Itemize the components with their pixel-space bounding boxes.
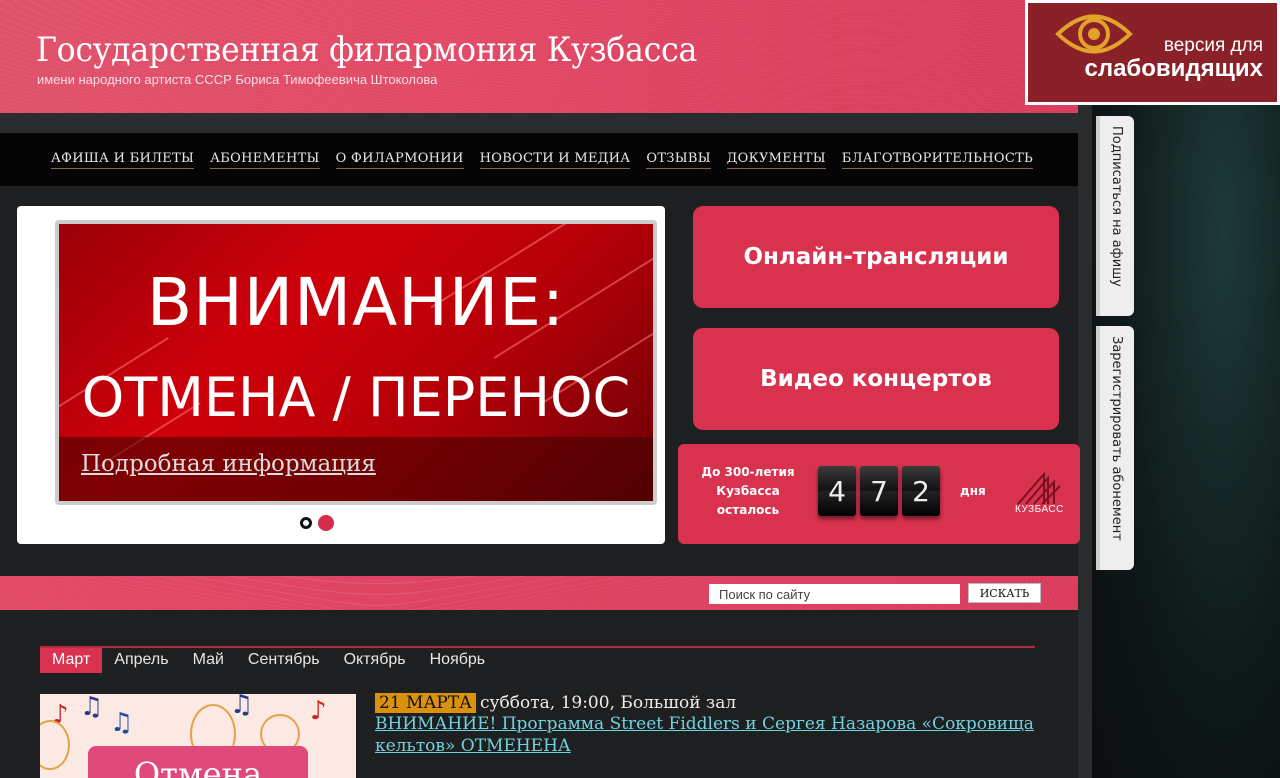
slide-frame: ВНИМАНИЕ: ОТМЕНА / ПЕРЕНОС Подробная инф… [55,220,657,505]
nav-item-reviews[interactable]: ОТЗЫВЫ [646,151,711,169]
music-note-icon: ♫ [80,694,104,722]
countdown-label: До 300-летия Кузбасса осталось [688,463,808,520]
countdown-label-line2: Кузбасса [716,484,780,498]
concert-videos-button[interactable]: Видео концертов [693,328,1059,430]
accessibility-inner: версия для слабовидящих [1028,3,1277,102]
countdown-digit-3: 2 [902,466,940,516]
accessibility-label-line2: слабовидящих [1084,55,1263,82]
slider-dot-2-active[interactable] [318,515,334,531]
subscribe-afisha-label: Подписаться на афишу [1109,126,1124,287]
search-input[interactable] [709,584,960,604]
tab-month-october[interactable]: Октябрь [332,648,418,673]
slide-headline: ВНИМАНИЕ: [146,264,566,341]
subscribe-afisha-tab[interactable]: Подписаться на афишу [1096,116,1134,316]
tab-month-september[interactable]: Сентябрь [236,648,332,673]
slider-dot-1[interactable] [300,517,312,529]
tab-month-may[interactable]: Май [181,648,236,673]
tab-month-april[interactable]: Апрель [102,648,180,673]
tab-month-november[interactable]: Ноябрь [418,648,498,673]
music-note-icon: ♪ [310,696,327,726]
search-button[interactable]: ИСКАТЬ [968,583,1041,603]
online-broadcasts-button[interactable]: Онлайн-трансляции [693,206,1059,308]
countdown-unit: дня [960,484,986,498]
kuzbass-300-countdown: До 300-летия Кузбасса осталось 4 7 2 дня… [678,444,1080,544]
nav-item-about[interactable]: О ФИЛАРМОНИИ [335,151,464,169]
kuzbass-logo-icon [1017,472,1061,505]
countdown-digit-2: 7 [860,466,898,516]
nav-item-documents[interactable]: ДОКУМЕНТЫ [726,151,826,169]
tab-month-march[interactable]: Март [40,648,103,673]
countdown-label-line3: осталось [716,503,780,517]
main-navigation: АФИША И БИЛЕТЫ АБОНЕМЕНТЫ О ФИЛАРМОНИИ Н… [0,133,1078,186]
site-title[interactable]: Государственная филармония Кузбасса [36,30,697,70]
event-image-banner: Отмена [88,746,308,778]
accessibility-version-button[interactable]: версия для слабовидящих [1025,0,1280,105]
site-subtitle: имени народного артиста СССР Бориса Тимо… [37,72,438,87]
accessibility-label-line1: версия для [1163,35,1263,56]
eye-icon [1055,14,1133,54]
music-note-icon: ♫ [110,708,134,738]
countdown-digit-1: 4 [818,466,856,516]
event-image[interactable]: ♫ ♫ ♫ ♪ ♪ Отмена [40,694,356,778]
nav-item-afisha[interactable]: АФИША И БИЛЕТЫ [51,151,195,169]
register-abonement-label: Зарегистрировать абонемент [1109,336,1124,541]
nav-item-abonements[interactable]: АБОНЕМЕНТЫ [210,151,320,169]
nav-item-charity[interactable]: БЛАГОТВОРИТЕЛЬНОСТЬ [841,151,1034,169]
register-abonement-tab[interactable]: Зарегистрировать абонемент [1096,326,1134,570]
site-header: Государственная филармония Кузбасса имен… [0,0,1078,113]
kuzbass-logo-text: КУЗБАСС [1015,504,1064,515]
page-divider [1078,105,1092,778]
slide-cancel-notice[interactable]: ВНИМАНИЕ: ОТМЕНА / ПЕРЕНОС Подробная инф… [59,224,653,501]
month-tabs: Март Апрель Май Сентябрь Октябрь Ноябрь [40,648,497,673]
event-title-link[interactable]: ВНИМАНИЕ! Программа Street Fiddlers и Се… [375,713,1045,757]
nav-item-news[interactable]: НОВОСТИ И МЕДИА [479,151,631,169]
slide-caption-bar: Подробная информация [59,437,653,501]
event-date-badge: 21 МАРТА [375,693,476,713]
slide-details-link[interactable]: Подробная информация [81,451,376,477]
news-slider: ВНИМАНИЕ: ОТМЕНА / ПЕРЕНОС Подробная инф… [17,206,665,544]
slide-subheadline: ОТМЕНА / ПЕРЕНОС [81,366,631,429]
event-meta: суббота, 19:00, Большой зал [480,693,737,713]
music-note-icon: ♫ [230,694,254,720]
nav-top-strip [0,113,1078,133]
countdown-label-line1: До 300-летия [701,465,795,479]
